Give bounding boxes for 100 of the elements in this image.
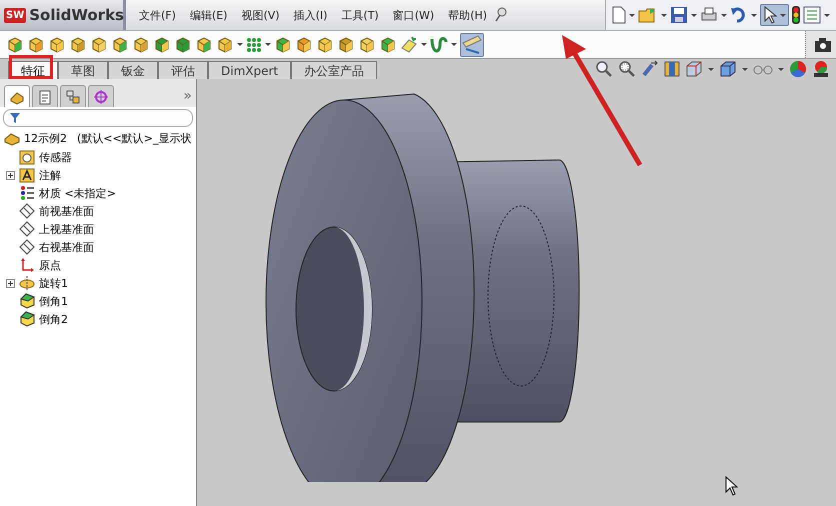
feature-tool-icon[interactable]: [132, 36, 150, 54]
menu-item[interactable]: 编辑(E): [182, 8, 234, 22]
curve-icon[interactable]: [430, 36, 448, 54]
origin-icon: [19, 257, 35, 273]
view-orientation-icon[interactable]: [685, 60, 703, 78]
previous-view-icon[interactable]: [641, 60, 659, 78]
appearance-icon[interactable]: [789, 60, 807, 78]
undo-icon[interactable]: [730, 6, 748, 24]
caret-icon[interactable]: [691, 14, 697, 16]
feature-tab[interactable]: DimXpert: [208, 61, 292, 79]
tree-item[interactable]: 右视基准面: [39, 240, 94, 254]
feature-tool-icon[interactable]: [48, 36, 66, 54]
feature-tool-icon[interactable]: [69, 36, 87, 54]
feature-tool-icon[interactable]: [27, 36, 45, 54]
feature-tool-icon[interactable]: [379, 36, 397, 54]
chamfer-icon: [19, 293, 35, 309]
tree-item[interactable]: 上视基准面: [39, 222, 94, 236]
section-view-icon[interactable]: [664, 60, 680, 78]
revolve-icon: [19, 275, 35, 291]
feature-tool-icon[interactable]: [6, 36, 24, 54]
tree-item[interactable]: 注解: [39, 168, 61, 182]
feature-tool-icon[interactable]: [358, 36, 376, 54]
hierarchy-icon: [65, 88, 81, 104]
feature-tool-icon[interactable]: [195, 36, 213, 54]
filter-icon: [10, 113, 20, 123]
plane-icon: [19, 239, 35, 255]
menu-item[interactable]: 视图(V): [234, 8, 287, 22]
feature-tab[interactable]: 评估: [158, 61, 208, 79]
menu-item[interactable]: 帮助(H): [441, 8, 494, 22]
feature-tool-icon[interactable]: [111, 36, 129, 54]
feature-tab[interactable]: 钣金: [108, 61, 158, 79]
caret-icon[interactable]: [742, 68, 748, 70]
expand-icon[interactable]: [6, 170, 15, 180]
zoom-icon[interactable]: [595, 60, 613, 78]
menu-item[interactable]: 窗口(W): [386, 8, 442, 22]
expand-icon[interactable]: [6, 278, 15, 288]
menu-item[interactable]: 插入(I): [286, 8, 334, 22]
part-icon: [4, 132, 20, 146]
logo-badge: SW: [4, 8, 26, 22]
save-icon[interactable]: [670, 6, 688, 24]
document-icon: [37, 88, 53, 104]
panel-tab[interactable]: [88, 85, 114, 107]
plane-icon: [19, 203, 35, 219]
cube-display-icon[interactable]: [719, 60, 737, 78]
feature-tool-icon[interactable]: [90, 36, 108, 54]
panel-tab[interactable]: [32, 85, 58, 107]
panel-tab[interactable]: [4, 85, 30, 107]
caret-icon[interactable]: [824, 14, 830, 16]
part-name: 12示例2: [24, 131, 67, 146]
checklist-icon[interactable]: [803, 6, 821, 24]
reference-geometry-icon[interactable]: [400, 36, 418, 54]
zoom-area-icon[interactable]: [618, 60, 636, 78]
feature-tool-icon[interactable]: [337, 36, 355, 54]
ruler-icon[interactable]: [462, 34, 482, 54]
caret-icon[interactable]: [421, 43, 427, 46]
new-document-icon[interactable]: [612, 6, 626, 24]
caret-icon[interactable]: [778, 68, 784, 70]
material-icon: [19, 185, 35, 201]
caret-icon[interactable]: [721, 14, 727, 16]
panel-tab[interactable]: [60, 85, 86, 107]
plane-icon: [19, 221, 35, 237]
configuration-label: (默认<<默认>_显示状: [77, 131, 192, 146]
feature-tool-icon[interactable]: [316, 36, 334, 54]
highlight-frame: [9, 55, 53, 79]
tree-item[interactable]: 传感器: [39, 150, 72, 164]
tree-item[interactable]: 原点: [39, 258, 61, 272]
feature-tab[interactable]: 办公室产品: [291, 61, 378, 79]
caret-icon[interactable]: [780, 14, 786, 16]
caret-icon[interactable]: [265, 43, 271, 46]
caret-icon[interactable]: [629, 14, 635, 16]
cursor-icon[interactable]: [763, 6, 777, 24]
chamfer-icon: [19, 311, 35, 327]
feature-tool-icon[interactable]: [295, 36, 313, 54]
caret-icon[interactable]: [451, 43, 457, 46]
caret-icon[interactable]: [751, 14, 757, 16]
tree-item[interactable]: 倒角1: [39, 294, 68, 308]
filter-field[interactable]: [3, 109, 193, 127]
tree-item[interactable]: 倒角2: [39, 312, 68, 326]
menu-item[interactable]: 工具(T): [334, 8, 386, 22]
more-tabs-button[interactable]: »: [183, 88, 192, 104]
tree-item[interactable]: 旋转1: [39, 276, 68, 290]
camera-icon[interactable]: [814, 36, 832, 52]
feature-tab[interactable]: 草图: [58, 61, 108, 79]
app-name: SolidWorks: [29, 6, 124, 24]
tree-item[interactable]: 前视基准面: [39, 204, 94, 218]
feature-tool-icon[interactable]: [153, 36, 171, 54]
feature-tool-icon[interactable]: [216, 36, 234, 54]
crosshair-icon: [93, 88, 109, 104]
tree-item[interactable]: 材质 <未指定>: [39, 186, 116, 200]
sensor-icon: [19, 149, 35, 165]
menu-item[interactable]: 文件(F): [132, 8, 183, 22]
feature-tool-icon[interactable]: [174, 36, 192, 54]
traffic-light-icon[interactable]: [792, 6, 800, 24]
scene-icon[interactable]: [812, 60, 830, 78]
annotation-icon: [19, 167, 35, 183]
feature-tool-icon[interactable]: [274, 36, 292, 54]
mouse-cursor-icon: [725, 476, 739, 496]
caret-icon[interactable]: [237, 43, 243, 46]
caret-icon[interactable]: [661, 14, 667, 16]
caret-icon[interactable]: [708, 68, 714, 70]
